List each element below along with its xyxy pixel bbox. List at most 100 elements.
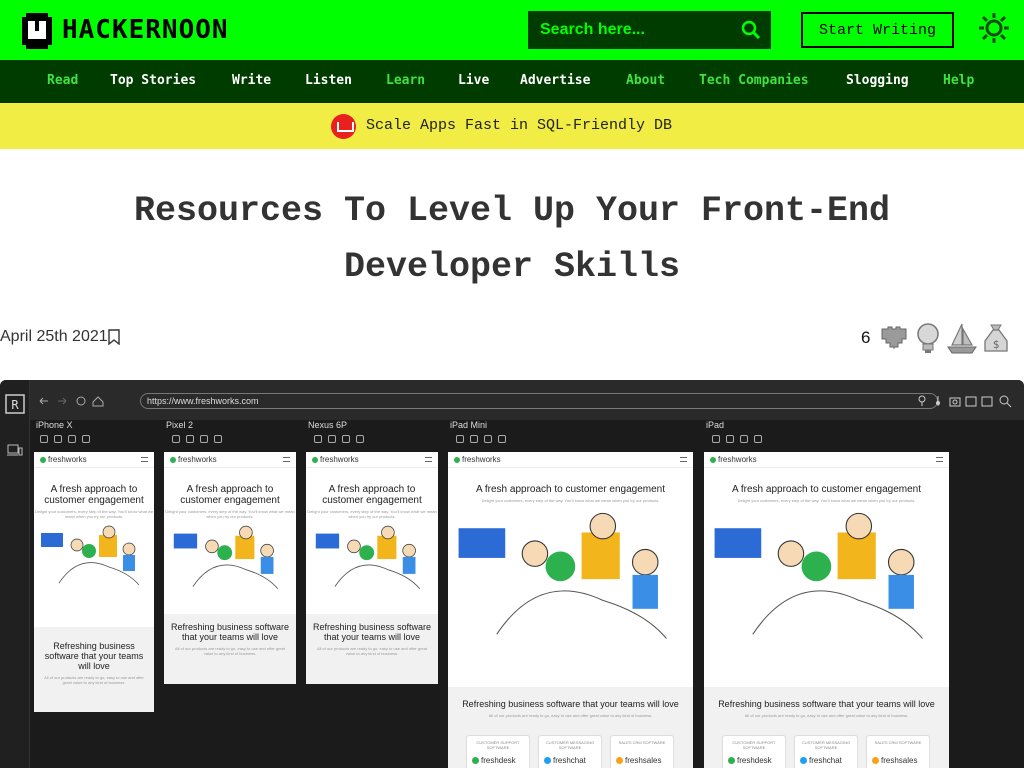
brand-dot-icon bbox=[616, 757, 623, 764]
fw-section: Refreshing business software that your t… bbox=[704, 687, 949, 768]
device-frame-iphone-x: freshworks A fresh approach to customer … bbox=[34, 452, 154, 712]
device-tools[interactable] bbox=[712, 435, 762, 445]
fw-headline: A fresh approach to customer engagement bbox=[475, 484, 665, 495]
illustration-people-icon bbox=[315, 525, 421, 590]
fw-logo: freshworks bbox=[170, 455, 217, 464]
device-tools[interactable] bbox=[172, 435, 222, 445]
reactions-bar: 6 $ bbox=[861, 320, 1014, 356]
brand-dot-icon bbox=[728, 757, 735, 764]
hero-image: R https://www.freshworks.com iPhone X fr… bbox=[0, 380, 1024, 768]
svg-text:R: R bbox=[11, 398, 19, 412]
top-bar: HACKERNOON Start Writing bbox=[0, 0, 1024, 60]
nav-write[interactable]: Write bbox=[232, 73, 271, 88]
card-brand: freshdesk bbox=[728, 756, 772, 765]
card-label: CUSTOMER SUPPORT SOFTWARE bbox=[476, 740, 520, 750]
promo-text: Scale Apps Fast in SQL-Friendly DB bbox=[366, 117, 673, 134]
menu-icon bbox=[680, 457, 687, 462]
fw-subtext: Delight your customers, every step of th… bbox=[307, 509, 437, 519]
card-brand: freshchat bbox=[544, 756, 586, 765]
app-toolbar: https://www.freshworks.com bbox=[30, 380, 1024, 420]
url-bar[interactable]: https://www.freshworks.com bbox=[140, 393, 938, 409]
fw-section: Refreshing business software that your t… bbox=[306, 614, 438, 684]
brand-dot-icon bbox=[472, 757, 479, 764]
product-card[interactable]: SALES CRM SOFTWARE freshsales bbox=[610, 735, 674, 768]
promo-banner[interactable]: Scale Apps Fast in SQL-Friendly DB bbox=[0, 103, 1024, 149]
card-brand: freshsales bbox=[872, 756, 917, 765]
search-box[interactable] bbox=[528, 11, 771, 49]
device-tools[interactable] bbox=[40, 435, 90, 445]
product-card[interactable]: CUSTOMER MESSAGING SOFTWARE freshchat bbox=[538, 735, 602, 768]
illustration-people-icon bbox=[458, 512, 667, 639]
fw-section: Refreshing business software that your t… bbox=[34, 627, 154, 712]
illustration-people-icon bbox=[714, 512, 923, 639]
search-icon[interactable] bbox=[741, 20, 761, 40]
device-frame-nexus-6p: freshworks A fresh approach to customer … bbox=[306, 452, 438, 684]
product-card[interactable]: CUSTOMER MESSAGING SOFTWARE freshchat bbox=[794, 735, 858, 768]
fw-section: Refreshing business software that your t… bbox=[448, 687, 693, 768]
device-label-ipad-mini: iPad Mini bbox=[450, 420, 488, 430]
start-writing-button[interactable]: Start Writing bbox=[801, 12, 954, 48]
nav-slogging[interactable]: Slogging bbox=[846, 73, 909, 88]
card-brand: freshsales bbox=[616, 756, 661, 765]
devices-icon[interactable] bbox=[7, 444, 23, 456]
nav-tech-companies[interactable]: Tech Companies bbox=[699, 73, 809, 88]
brand-dot-icon bbox=[800, 757, 807, 764]
browser-nav-icons[interactable] bbox=[38, 395, 108, 407]
device-tools[interactable] bbox=[456, 435, 506, 445]
fw-note: All of our products are ready to go, eas… bbox=[744, 713, 909, 718]
card-label: CUSTOMER MESSAGING SOFTWARE bbox=[801, 740, 851, 750]
fw-headline: A fresh approach to customer engagement bbox=[731, 484, 921, 495]
menu-icon bbox=[425, 457, 432, 462]
device-label-iphone-x: iPhone X bbox=[36, 420, 73, 430]
card-brand: freshdesk bbox=[472, 756, 516, 765]
fw-headline: A fresh approach to customer engagement bbox=[44, 484, 144, 506]
toolbar-tools-icons[interactable] bbox=[918, 394, 1014, 408]
article-title: Resources To Level Up Your Front-End Dev… bbox=[133, 191, 891, 287]
fw-section-title: Refreshing business software that your t… bbox=[44, 641, 144, 671]
bookmark-icon[interactable] bbox=[108, 329, 120, 345]
fw-section: Refreshing business software that your t… bbox=[164, 614, 296, 684]
fw-headline: A fresh approach to customer engagement bbox=[180, 484, 280, 506]
boat-icon[interactable] bbox=[946, 321, 978, 355]
card-brand: freshchat bbox=[800, 756, 842, 765]
device-frame-ipad: freshworks A fresh approach to customer … bbox=[704, 452, 949, 768]
device-tools[interactable] bbox=[314, 435, 364, 445]
product-card[interactable]: CUSTOMER SUPPORT SOFTWARE freshdesk bbox=[466, 735, 530, 768]
nav-learn[interactable]: Learn bbox=[386, 73, 425, 88]
money-bag-icon[interactable]: $ bbox=[980, 321, 1012, 355]
fw-subtext: Delight your customers, every step of th… bbox=[165, 509, 295, 519]
menu-icon bbox=[141, 457, 148, 462]
card-label: SALES CRM SOFTWARE bbox=[618, 740, 666, 745]
main-nav: Read Top Stories Write Listen Learn Live… bbox=[0, 60, 1024, 103]
nav-live[interactable]: Live bbox=[458, 73, 489, 88]
logo-text: HACKERNOON bbox=[62, 15, 229, 45]
fw-note: All of our products are ready to go, eas… bbox=[44, 675, 144, 685]
device-frame-ipad-mini: freshworks A fresh approach to customer … bbox=[448, 452, 693, 768]
product-card[interactable]: CUSTOMER SUPPORT SOFTWARE freshdesk bbox=[722, 735, 786, 768]
fw-subtext: Delight your customers, every step of th… bbox=[481, 498, 660, 503]
fw-note: All of our products are ready to go, eas… bbox=[317, 646, 427, 656]
nav-advertise[interactable]: Advertise bbox=[520, 73, 590, 88]
nav-listen[interactable]: Listen bbox=[305, 73, 352, 88]
heart-icon[interactable] bbox=[878, 321, 910, 355]
sun-theme-toggle-icon[interactable] bbox=[979, 13, 1009, 43]
menu-icon bbox=[936, 457, 943, 462]
fw-logo: freshworks bbox=[710, 455, 757, 464]
fw-logo: freshworks bbox=[40, 455, 87, 464]
nav-about[interactable]: About bbox=[626, 73, 665, 88]
fw-section-title: Refreshing business software that your t… bbox=[718, 699, 935, 709]
nav-top-stories[interactable]: Top Stories bbox=[110, 73, 196, 88]
fw-note: All of our products are ready to go, eas… bbox=[488, 713, 653, 718]
card-label: CUSTOMER MESSAGING SOFTWARE bbox=[545, 740, 595, 750]
search-input[interactable] bbox=[540, 21, 730, 39]
nav-help[interactable]: Help bbox=[943, 73, 974, 88]
fw-subtext: Delight your customers, every step of th… bbox=[737, 498, 916, 503]
fw-note: All of our products are ready to go, eas… bbox=[175, 646, 285, 656]
fw-logo: freshworks bbox=[454, 455, 501, 464]
nav-read[interactable]: Read bbox=[47, 73, 78, 88]
site-logo[interactable]: HACKERNOON bbox=[20, 10, 229, 50]
lightbulb-icon[interactable] bbox=[912, 321, 944, 355]
reaction-count: 6 bbox=[861, 328, 871, 347]
product-card[interactable]: SALES CRM SOFTWARE freshsales bbox=[866, 735, 930, 768]
device-frame-pixel-2: freshworks A fresh approach to customer … bbox=[164, 452, 296, 684]
